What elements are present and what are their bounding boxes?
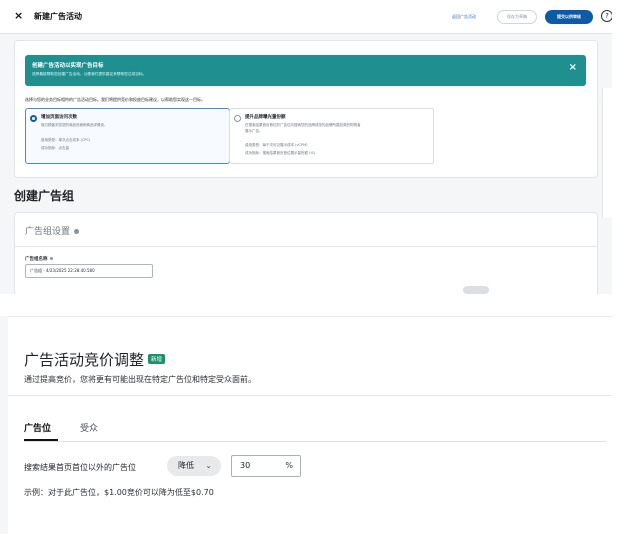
new-badge: 新增 — [148, 353, 166, 364]
ad-group-name-input[interactable]: 广告组 - 4/23/2025 22:28:40.580 — [25, 264, 153, 278]
goal-option-page-visits[interactable]: 增加页面访问次数 吸引顾客浏览您的商品页面和商品详情页。 费用类型：单次点击成本… — [25, 108, 230, 164]
tab-divider — [24, 441, 606, 442]
submit-for-review-button[interactable]: 提交以供审核 — [545, 10, 593, 24]
help-icon[interactable]: ? — [601, 10, 612, 22]
goal-option-description: 在搜索结果首页首位的广告位向搜索您的品牌或您的品牌所属品类的购物者 — [245, 123, 361, 127]
goal-option-title: 提升品牌曝光量份额 — [245, 115, 286, 120]
goal-banner: 创建广告活动以实现广告目标 选择最能帮助您创建广告活动，以便我们提供建议来帮助您… — [25, 55, 586, 86]
goal-banner-title: 创建广告活动以实现广告目标 — [32, 63, 104, 69]
bid-adjustment-title: 广告活动竞价调整 新增 — [24, 349, 166, 370]
info-icon[interactable] — [49, 257, 53, 260]
goal-option-metric: 成功指标：搜索结果首页首位展示量份额 (IS) — [245, 151, 316, 155]
tab-placement[interactable]: 广告位 — [24, 421, 51, 434]
top-bar: × 新建广告活动 返回广告活动 保存为草稿 提交以供审核 ? — [0, 0, 612, 34]
percentage-input[interactable]: 30 % — [231, 455, 301, 477]
ad-group-settings-label: 广告组设置 — [25, 227, 71, 237]
chevron-down-icon: ⌄ — [205, 461, 212, 470]
bid-adjustment-title-text: 广告活动竞价调整 — [24, 351, 145, 369]
goal-option-cost-type: 费用类型：每千次可见展示成本 (vCPM) — [245, 143, 308, 147]
close-icon[interactable]: × — [14, 9, 23, 22]
goal-option-title: 增加页面访问次数 — [41, 115, 77, 120]
goal-option-description-cont: 展示广告。 — [245, 129, 263, 133]
save-draft-button[interactable]: 保存为草稿 — [497, 10, 537, 24]
divider — [14, 246, 598, 247]
placement-label: 搜索结果首页首位以外的广告位 — [24, 463, 136, 472]
ad-group-card — [14, 212, 598, 294]
back-to-campaigns-link[interactable]: 返回广告活动 — [452, 14, 476, 20]
adjustment-direction-dropdown[interactable]: 降低 ⌄ — [167, 456, 221, 476]
bid-adjustment-subtitle: 通过提高竞价，您将更有可能出现在特定广告位和特定受众面前。 — [24, 375, 256, 384]
percent-sign: % — [285, 461, 293, 470]
ad-group-settings-header: 广告组设置 — [25, 224, 80, 237]
page-title: 新建广告活动 — [34, 12, 82, 21]
goal-option-description: 吸引顾客浏览您的商品页面和商品详情页。 — [41, 123, 108, 127]
side-panel-edge — [602, 88, 612, 218]
create-ad-group-heading: 创建广告组 — [14, 189, 75, 203]
radio-selected-icon[interactable] — [30, 115, 37, 122]
tab-audience[interactable]: 受众 — [80, 421, 98, 434]
goal-prompt: 选择与您的业务目标相符的广告活动目标。我们将提供竞价和投放目标建议，以帮助您实现… — [25, 97, 205, 102]
percentage-value: 30 — [240, 461, 251, 470]
example-text: 示例：对于此广告位，$1.00竞价可以降为低至$0.70 — [24, 488, 214, 497]
ad-group-name-label: 广告组名称 — [25, 256, 53, 262]
goal-banner-description: 选择最能帮助您创建广告活动，以便我们提供建议来帮助您达成目标。 — [32, 72, 147, 76]
goal-option-cost-type: 费用类型：单次点击成本 (CPC) — [41, 138, 91, 142]
banner-close-icon[interactable]: × — [569, 62, 577, 73]
radio-unselected-icon[interactable] — [234, 115, 241, 122]
info-icon[interactable] — [74, 229, 80, 234]
goal-option-metric: 成功指标：点击量 — [41, 146, 69, 150]
ad-group-name-label-text: 广告组名称 — [25, 257, 48, 262]
adjustment-direction-value: 降低 — [178, 461, 194, 470]
divider — [8, 395, 612, 396]
campaign-builder-top: × 新建广告活动 返回广告活动 保存为草稿 提交以供审核 ? 创建广告活动以实现… — [0, 0, 612, 294]
faint-chip — [463, 286, 489, 294]
goal-option-brand-impression-share[interactable]: 提升品牌曝光量份额 在搜索结果首页首位的广告位向搜索您的品牌或您的品牌所属品类的… — [229, 108, 434, 164]
